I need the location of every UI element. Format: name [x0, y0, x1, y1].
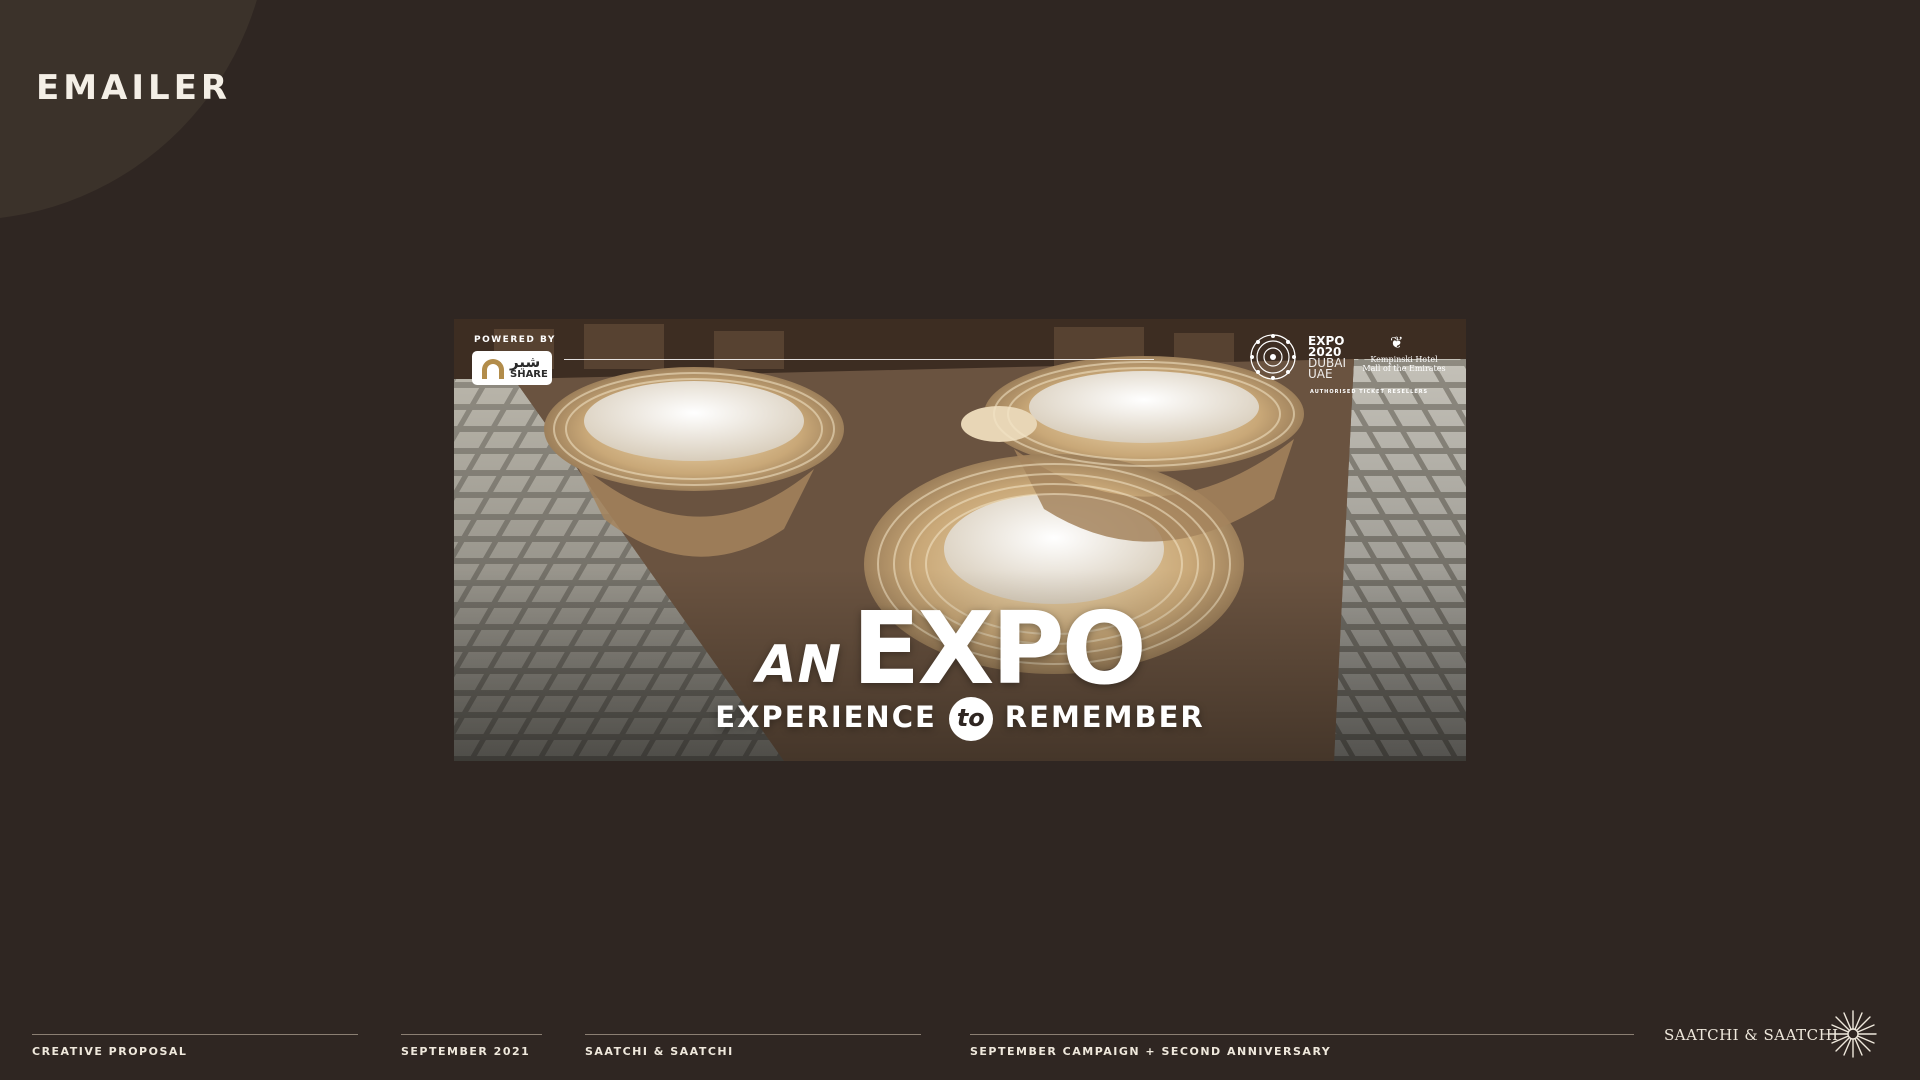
saatchi-wordmark: SAATCHI & SAATCHI: [1664, 1026, 1839, 1044]
powered-by-label: POWERED BY: [474, 335, 556, 345]
footer-rule: [401, 1034, 542, 1035]
footer-rule: [32, 1034, 358, 1035]
footer-label: SEPTEMBER 2021: [401, 1045, 531, 1058]
footer-creative-proposal: CREATIVE PROPOSAL: [32, 1034, 358, 1064]
footer-agency: SAATCHI & SAATCHI: [585, 1034, 921, 1064]
expo-2020-wordmark: EXPO 2020 DUBAI UAE: [1308, 335, 1346, 381]
kempinski-logo: Kempinski Hotel Mall of the Emirates: [1359, 355, 1449, 373]
headline-expo: EXPO: [852, 590, 1147, 707]
headline-an: AN: [756, 635, 843, 695]
share-arch-icon: [482, 359, 504, 379]
kempinski-crest-icon: ❦: [1390, 333, 1404, 352]
slide: EMAILER POWERED BY شير SHARE EXPO 2020 D…: [0, 0, 1920, 1080]
kempinski-line-2: Mall of the Emirates: [1362, 364, 1446, 373]
emailer-banner-image: POWERED BY شير SHARE EXPO 2020 DUBAI UAE…: [454, 319, 1466, 761]
footer-campaign: SEPTEMBER CAMPAIGN + SECOND ANNIVERSARY: [970, 1034, 1634, 1064]
corner-decoration: [0, 0, 270, 220]
share-logo: شير SHARE: [472, 351, 552, 385]
headline-top-line: AN EXPO: [756, 599, 1146, 699]
reseller-note: AUTHORISED TICKET RESELLERS: [1310, 389, 1429, 395]
share-logo-latin: SHARE: [510, 369, 548, 380]
footer-label: CREATIVE PROPOSAL: [32, 1045, 188, 1058]
banner-headline: AN EXPO EXPERIENCE to REMEMBER: [454, 599, 1466, 741]
page-title: EMAILER: [36, 68, 232, 108]
footer-rule: [585, 1034, 921, 1035]
footer-rule: [970, 1034, 1634, 1035]
kempinski-line-1: Kempinski Hotel: [1370, 355, 1438, 364]
expo-2020-ring-icon: [1250, 334, 1296, 380]
saatchi-burst-icon: [1829, 1010, 1877, 1058]
expo-line-4: UAE: [1308, 367, 1333, 381]
footer-date: SEPTEMBER 2021: [401, 1034, 542, 1064]
banner-divider: [564, 359, 1154, 360]
footer-label: SEPTEMBER CAMPAIGN + SECOND ANNIVERSARY: [970, 1045, 1332, 1058]
footer-label: SAATCHI & SAATCHI: [585, 1045, 734, 1058]
